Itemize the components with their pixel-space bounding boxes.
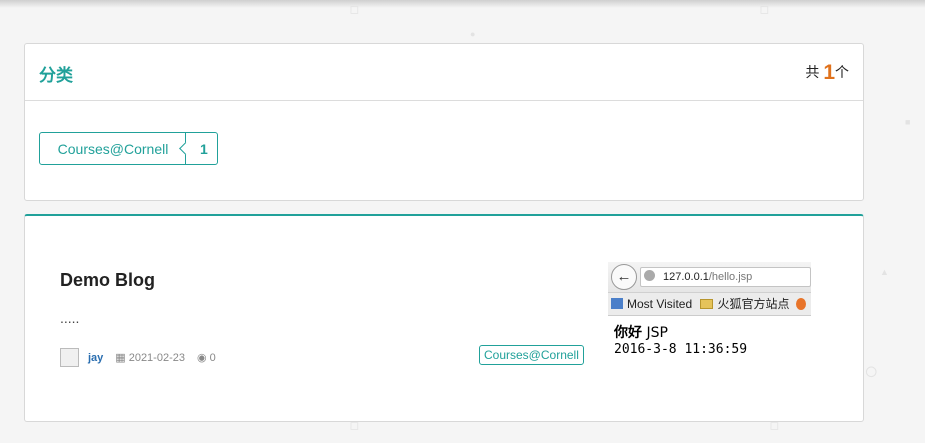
category-title: 分类 <box>39 66 73 85</box>
post-date: 2021-02-23 <box>128 351 185 364</box>
thumb-hello-suffix: JSP <box>646 325 668 341</box>
eye-icon: ◉ <box>196 352 207 364</box>
blog-card: Demo Blog ..... jay ▦ 2021-02-23 ◉ 0 Cou… <box>24 214 864 422</box>
category-tag-count: 1 <box>200 141 208 157</box>
thumb-bookmarks-bar: Most Visited 火狐官方站点 <box>608 293 811 316</box>
thumb-url-bar: 127.0.0.1/hello.jsp <box>640 267 811 287</box>
count-prefix: 共 <box>805 64 820 80</box>
category-tag-label: Courses@Cornell <box>57 140 169 157</box>
blog-tag[interactable]: Courses@Cornell <box>479 345 584 365</box>
thumb-time: 2016-3-8 11:36:59 <box>614 342 748 357</box>
category-tag-courses-cornell[interactable]: Courses@Cornell 1 <box>39 132 218 165</box>
blog-title[interactable]: Demo Blog <box>60 270 155 291</box>
decor-dot-icon: ▲ <box>880 267 889 277</box>
thumb-hello: 你好 <box>614 325 642 341</box>
thumb-page-content: 你好 JSP 2016-3-8 11:36:59 <box>608 316 811 357</box>
bookmark-firefox-site: 火狐官方站点 <box>717 297 790 311</box>
author-link[interactable]: jay <box>88 352 103 364</box>
top-shadow <box>0 0 925 8</box>
bookmark-icon <box>611 298 623 309</box>
count-value: 1 <box>823 61 835 84</box>
bookmark-most-visited: Most Visited <box>627 297 693 311</box>
thumb-url-host: 127.0.0.1 <box>663 271 709 283</box>
thumb-url-path: /hello.jsp <box>708 271 753 283</box>
category-header: 分类 共 1个 <box>25 44 863 101</box>
blog-thumbnail[interactable]: ← 127.0.0.1/hello.jsp Most Visited 火狐官方站… <box>608 262 811 372</box>
decor-dot-icon: ■ <box>905 117 911 127</box>
avatar[interactable] <box>60 348 79 367</box>
folder-icon <box>700 299 714 309</box>
decor-dot-icon: ● <box>470 29 476 39</box>
blog-meta: jay ▦ 2021-02-23 ◉ 0 <box>60 348 216 367</box>
back-arrow-icon: ← <box>611 264 637 290</box>
firefox-icon <box>795 298 806 310</box>
category-count: 共 1个 <box>805 61 849 85</box>
category-card: 分类 共 1个 Courses@Cornell 1 <box>24 43 864 201</box>
decor-circle-icon: ○ <box>864 358 879 385</box>
thumb-browser-toolbar: ← 127.0.0.1/hello.jsp <box>608 262 811 293</box>
blog-excerpt: ..... <box>60 310 80 326</box>
globe-icon <box>644 270 655 281</box>
thumb-hello-line: 你好 JSP <box>614 322 811 342</box>
count-suffix: 个 <box>835 64 849 80</box>
view-count: 0 <box>209 351 216 364</box>
calendar-icon: ▦ <box>115 352 126 364</box>
